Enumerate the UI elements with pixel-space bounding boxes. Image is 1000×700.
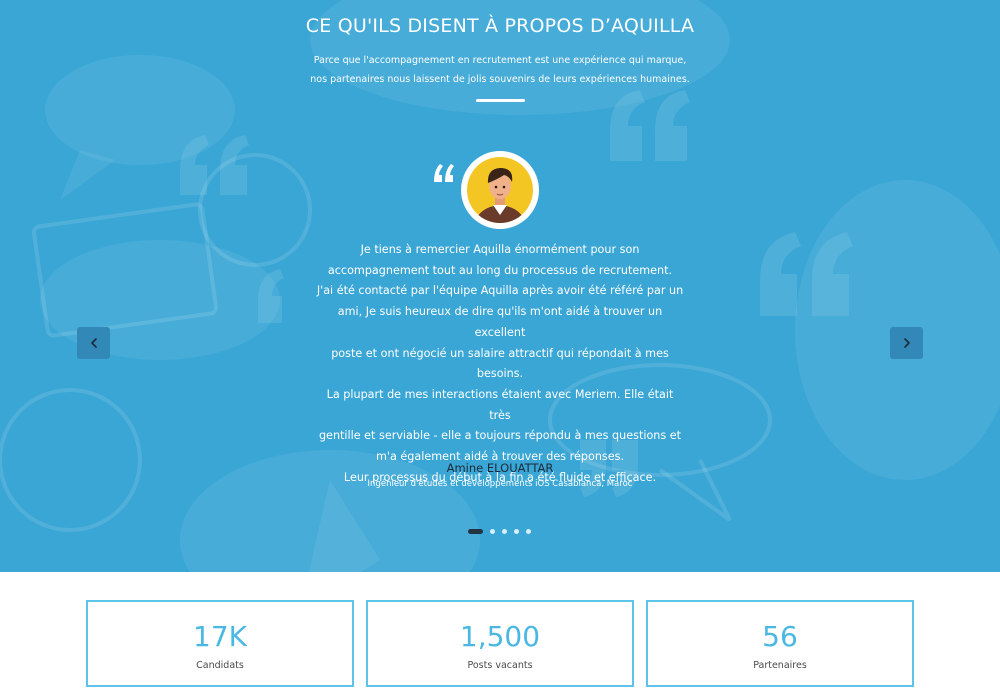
- author-role: Ingénieur d'études et développements iOS…: [367, 479, 633, 489]
- testimonial-line: gentille et serviable - elle a toujours …: [318, 429, 682, 443]
- stat-label: Partenaires: [753, 660, 807, 671]
- stat-value: 17K: [193, 620, 247, 653]
- quote-icon: [432, 148, 456, 182]
- testimonial-line: J'ai été contacté par l'équipe Aquilla a…: [316, 284, 684, 298]
- carousel-dot[interactable]: [490, 528, 495, 534]
- stat-value: 56: [762, 620, 798, 653]
- chevron-right-icon: [903, 338, 910, 348]
- testimonial-text: Je tiens à remercier Aquilla énormément …: [315, 240, 685, 488]
- testimonial-line: ami, Je suis heureux de dire qu'ils m'on…: [337, 305, 663, 339]
- carousel-dot[interactable]: [468, 528, 483, 534]
- stat-label: Candidats: [196, 660, 244, 671]
- testimonial-line: besoins.: [476, 367, 524, 381]
- stat-card-vacant-posts: 1,500 Posts vacants: [366, 600, 634, 687]
- stat-card-candidates: 17K Candidats: [86, 600, 354, 687]
- testimonial-line: accompagnement tout au long du processus…: [327, 263, 673, 277]
- author-name: Amine ELOUATTAR: [446, 461, 554, 475]
- carousel-next-button[interactable]: [890, 327, 923, 359]
- avatar: [461, 151, 539, 229]
- section-subtitle: Parce que l'accompagnement en recrutemen…: [300, 51, 700, 89]
- avatar-man-icon: [467, 157, 533, 223]
- stat-label: Posts vacants: [467, 660, 533, 671]
- testimonial-line: La plupart de mes interactions étaient a…: [326, 387, 674, 422]
- stat-card-partners: 56 Partenaires: [646, 600, 914, 687]
- chevron-left-icon: [90, 338, 97, 348]
- carousel-dot[interactable]: [514, 528, 519, 534]
- carousel-dot[interactable]: [502, 528, 507, 534]
- section-title: CE QU'ILS DISENT À PROPOS D’AQUILLA: [305, 15, 695, 37]
- carousel-prev-button[interactable]: [77, 327, 110, 359]
- testimonial-line: Je tiens à remercier Aquilla énormément …: [360, 243, 640, 256]
- title-divider: [476, 99, 525, 102]
- stat-value: 1,500: [459, 620, 541, 653]
- subtitle-line: nos partenaires nous laissent de jolis s…: [310, 74, 690, 85]
- stats-section: 17K Candidats 1,500 Posts vacants 56 Par…: [0, 572, 1000, 700]
- carousel-pagination: [468, 527, 531, 535]
- carousel-dot[interactable]: [526, 528, 531, 534]
- testimonials-section: CE QU'ILS DISENT À PROPOS D’AQUILLA Parc…: [0, 0, 1000, 572]
- testimonial-line: poste et ont négocié un salaire attracti…: [331, 346, 669, 360]
- subtitle-line: Parce que l'accompagnement en recrutemen…: [313, 55, 687, 66]
